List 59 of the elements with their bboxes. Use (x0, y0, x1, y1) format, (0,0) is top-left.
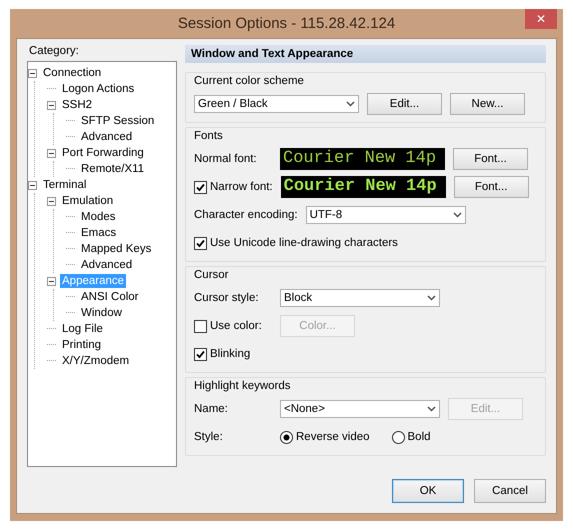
checkbox[interactable]: Blinking (194, 348, 272, 360)
tree-item[interactable]: Emulation (60, 194, 116, 208)
radio-button[interactable]: Bold (392, 430, 431, 444)
dropdown[interactable]: Green / Black (194, 95, 359, 113)
group-title: Highlight keywords (194, 380, 292, 392)
tree-item[interactable]: SSH2 (60, 98, 94, 112)
group-title: Current color scheme (194, 75, 305, 87)
button[interactable]: Font... (454, 176, 529, 198)
dialog-button[interactable]: Cancel (474, 479, 546, 503)
tree-item[interactable]: Advanced (79, 258, 134, 272)
collapse-icon[interactable] (47, 196, 56, 206)
group-title: Fonts (194, 130, 224, 142)
tree-item[interactable]: Window (79, 306, 124, 320)
tree-item[interactable]: Terminal (41, 178, 88, 192)
tree-item[interactable]: Logon Actions (60, 82, 136, 96)
tree-item[interactable]: SFTP Session (79, 114, 156, 128)
panel-title: Window and Text Appearance (185, 45, 546, 63)
font-preview: Courier New 14p (280, 148, 445, 170)
tree-item[interactable]: Advanced (79, 130, 134, 144)
dropdown[interactable]: UTF-8 (306, 206, 466, 224)
tree-item[interactable]: Mapped Keys (79, 242, 154, 256)
field-label: Name: (194, 403, 229, 415)
tree-item[interactable]: Connection (41, 66, 104, 80)
dialog-button[interactable]: OK (392, 479, 464, 503)
button[interactable]: Font... (453, 148, 528, 170)
window-title: Session Options - 115.28.42.124 (178, 15, 396, 32)
tree-item[interactable]: Modes (79, 210, 118, 224)
close-button[interactable]: ✕ (525, 9, 557, 29)
chevron-icon (427, 295, 436, 301)
button[interactable]: New... (450, 93, 525, 115)
group-title: Cursor (194, 269, 230, 281)
collapse-icon[interactable] (47, 276, 56, 286)
chevron-icon (452, 212, 462, 218)
button[interactable]: Edit... (367, 93, 442, 115)
field-label: Character encoding: (194, 209, 298, 221)
field-label: Normal font: (194, 153, 258, 165)
chevron-icon (346, 101, 355, 107)
chevron-icon (427, 406, 436, 412)
tree-item[interactable]: ANSI Color (79, 290, 141, 304)
collapse-icon[interactable] (28, 68, 37, 78)
dropdown[interactable]: Block (280, 289, 440, 307)
checkbox[interactable]: Use Unicode line-drawing characters (194, 236, 398, 250)
tree-item[interactable]: Log File (60, 322, 105, 336)
collapse-icon[interactable] (47, 148, 56, 158)
checkbox[interactable]: Narrow font: (194, 180, 273, 194)
collapse-icon[interactable] (28, 180, 37, 190)
tree-item[interactable]: Remote/X11 (79, 162, 146, 176)
radio-button[interactable]: Reverse video (280, 430, 370, 444)
dropdown[interactable]: <None> (280, 400, 440, 418)
font-preview: Courier New 14p (280, 176, 446, 198)
collapse-icon[interactable] (47, 100, 56, 110)
tree-item[interactable]: Port Forwarding (60, 146, 146, 160)
tree-item[interactable]: X/Y/Zmodem (60, 354, 132, 368)
tree-item[interactable]: Emacs (79, 226, 118, 240)
field-label: Style: (194, 431, 224, 443)
checkbox[interactable]: Use color: (194, 320, 272, 332)
field-label: Cursor style: (194, 292, 260, 304)
category-label: Category: (29, 45, 80, 57)
tree-item[interactable]: Printing (60, 338, 103, 352)
